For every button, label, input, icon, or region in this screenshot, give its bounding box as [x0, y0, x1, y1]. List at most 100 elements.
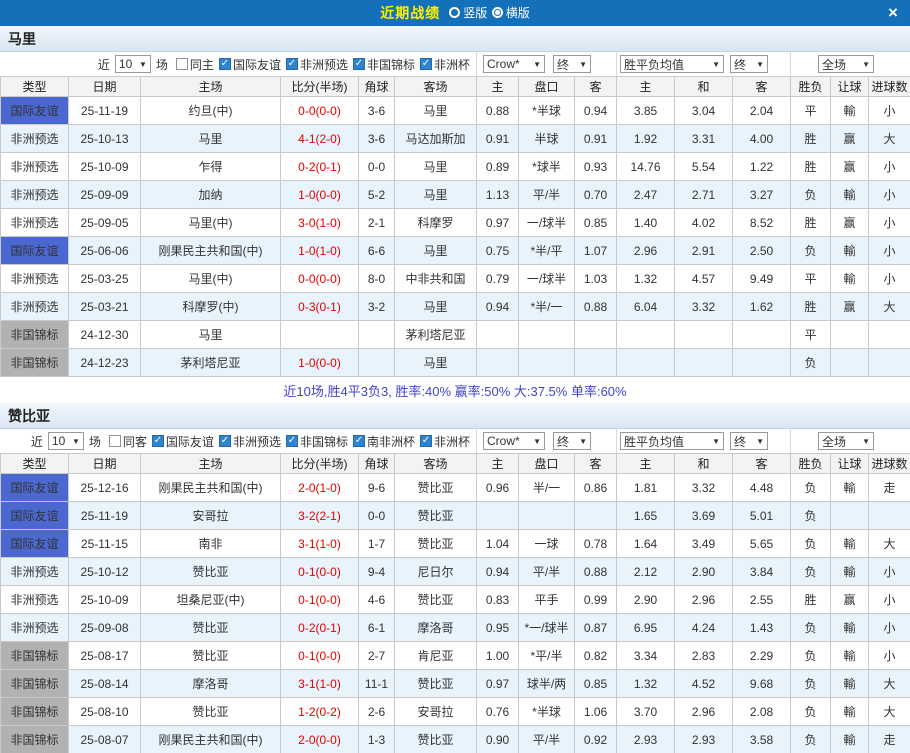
away-team-cell[interactable]: 科摩罗: [395, 209, 477, 237]
home-odds-cell: 0.79: [477, 265, 519, 293]
league-checkbox[interactable]: ✓ 国际友谊: [152, 433, 214, 450]
away-team-cell[interactable]: 马里: [395, 237, 477, 265]
away-team-cell[interactable]: 赞比亚: [395, 530, 477, 558]
away-odds-cell: 1.07: [575, 237, 617, 265]
away-team-cell[interactable]: 马达加斯加: [395, 125, 477, 153]
away-team-cell[interactable]: 安哥拉: [395, 698, 477, 726]
league-checkbox[interactable]: ✓ 非洲杯: [420, 56, 470, 73]
league-checkbox[interactable]: ✓ 国际友谊: [219, 56, 281, 73]
away-team-cell[interactable]: 马里: [395, 97, 477, 125]
home-odds-cell: [477, 502, 519, 530]
home-team-cell[interactable]: 加纳: [141, 181, 281, 209]
away-team-cell[interactable]: 赞比亚: [395, 502, 477, 530]
league-checkbox[interactable]: ✓ 非国锦标: [286, 433, 348, 450]
score-cell: 0-1(0-0): [281, 558, 359, 586]
recent-count-select[interactable]: 10▼: [115, 55, 151, 73]
handicap-result-cell: 輸: [831, 474, 869, 502]
league-checkbox[interactable]: ✓ 非国锦标: [353, 56, 415, 73]
odds-state-select[interactable]: 终▼: [553, 55, 591, 73]
home-team-cell[interactable]: 赞比亚: [141, 614, 281, 642]
league-type-cell: 国际友谊: [1, 474, 69, 502]
league-type-cell: 非国锦标: [1, 726, 69, 753]
odds-company-select[interactable]: Crow*▼: [483, 432, 545, 450]
odds-state-value: 终: [557, 433, 569, 450]
league-checkbox[interactable]: ✓ 非洲杯: [420, 433, 470, 450]
home-team-cell[interactable]: 安哥拉: [141, 502, 281, 530]
scope-select[interactable]: 全场▼: [818, 55, 874, 73]
home-team-cell[interactable]: 刚果民主共和国(中): [141, 237, 281, 265]
home-team-cell[interactable]: 摩洛哥: [141, 670, 281, 698]
date-cell: 25-06-06: [69, 237, 141, 265]
away-team-cell[interactable]: 摩洛哥: [395, 614, 477, 642]
avg-state-select[interactable]: 终▼: [730, 55, 768, 73]
odds-state-select[interactable]: 终▼: [553, 432, 591, 450]
away-team-cell[interactable]: 茅利塔尼亚: [395, 321, 477, 349]
home-team-cell[interactable]: 马里: [141, 125, 281, 153]
league-checkbox[interactable]: ✓ 非洲预选: [219, 433, 281, 450]
league-checkbox[interactable]: ✓ 非洲预选: [286, 56, 348, 73]
home-team-cell[interactable]: 赞比亚: [141, 642, 281, 670]
chevron-down-icon: ▼: [139, 60, 147, 69]
league-filter-checkboxes: 同主 ✓ 国际友谊 ✓ 非洲预选 ✓ 非国锦标 ✓ 非洲杯: [171, 56, 470, 73]
avg-away-cell: 2.08: [733, 698, 791, 726]
recent-count-select[interactable]: 10▼: [48, 432, 84, 450]
corner-cell: 0-0: [359, 502, 395, 530]
home-team-cell[interactable]: 科摩罗(中): [141, 293, 281, 321]
odds-state-value: 终: [557, 56, 569, 73]
avg-draw-cell: 4.52: [675, 670, 733, 698]
away-team-cell[interactable]: 赞比亚: [395, 586, 477, 614]
odds-company-select[interactable]: Crow*▼: [483, 55, 545, 73]
home-team-cell[interactable]: 刚果民主共和国(中): [141, 474, 281, 502]
home-team-cell[interactable]: 马里: [141, 321, 281, 349]
checkbox-label: 非洲杯: [434, 56, 470, 73]
home-team-cell[interactable]: 茅利塔尼亚: [141, 349, 281, 377]
match-row: 非国锦标 25-08-17 赞比亚 0-1(0-0) 2-7 肯尼亚 1.00 …: [1, 642, 910, 670]
league-checkbox[interactable]: ✓ 南非洲杯: [353, 433, 415, 450]
corner-cell: 1-3: [359, 726, 395, 753]
column-header: 客场: [395, 77, 477, 97]
away-team-cell[interactable]: 马里: [395, 349, 477, 377]
league-checkbox[interactable]: 同客: [109, 433, 147, 450]
corner-cell: 3-2: [359, 293, 395, 321]
close-button[interactable]: ×: [882, 0, 904, 26]
away-team-cell[interactable]: 马里: [395, 293, 477, 321]
away-team-cell[interactable]: 赞比亚: [395, 670, 477, 698]
league-checkbox[interactable]: 同主: [176, 56, 214, 73]
handicap-cell: *球半: [519, 153, 575, 181]
layout-radio[interactable]: 横版: [492, 4, 530, 21]
home-team-cell[interactable]: 乍得: [141, 153, 281, 181]
away-team-cell[interactable]: 肯尼亚: [395, 642, 477, 670]
divider: [616, 52, 617, 76]
home-team-cell[interactable]: 赞比亚: [141, 558, 281, 586]
score-cell: 0-0(0-0): [281, 265, 359, 293]
avg-away-cell: 3.58: [733, 726, 791, 753]
home-team-cell[interactable]: 约旦(中): [141, 97, 281, 125]
away-team-cell[interactable]: 尼日尔: [395, 558, 477, 586]
home-team-cell[interactable]: 刚果民主共和国(中): [141, 726, 281, 753]
away-team-cell[interactable]: 马里: [395, 181, 477, 209]
home-team-cell[interactable]: 马里(中): [141, 265, 281, 293]
avg-away-cell: 1.62: [733, 293, 791, 321]
team-name: 赞比亚: [8, 406, 50, 426]
avg-draw-cell: 4.24: [675, 614, 733, 642]
avg-type-select[interactable]: 胜平负均值▼: [620, 432, 724, 450]
scope-select[interactable]: 全场▼: [818, 432, 874, 450]
avg-type-select[interactable]: 胜平负均值▼: [620, 55, 724, 73]
away-team-cell[interactable]: 赞比亚: [395, 474, 477, 502]
layout-radio[interactable]: 竖版: [449, 4, 487, 21]
goals-result-cell: 大: [869, 125, 910, 153]
league-type-cell: 国际友谊: [1, 530, 69, 558]
away-team-cell[interactable]: 赞比亚: [395, 726, 477, 753]
home-team-cell[interactable]: 南非: [141, 530, 281, 558]
league-type-cell: 非洲预选: [1, 586, 69, 614]
away-team-cell[interactable]: 马里: [395, 153, 477, 181]
match-filter: 近 10▼ 场 同客 ✓ 国际友谊 ✓ 非洲预选 ✓ 非国锦标 ✓ 南非洲杯 ✓…: [0, 429, 476, 453]
home-team-cell[interactable]: 赞比亚: [141, 698, 281, 726]
away-team-cell[interactable]: 中非共和国: [395, 265, 477, 293]
avg-state-select[interactable]: 终▼: [730, 432, 768, 450]
league-type-cell: 非洲预选: [1, 181, 69, 209]
handicap-cell: *半/一: [519, 293, 575, 321]
goals-result-cell: 大: [869, 530, 910, 558]
home-team-cell[interactable]: 坦桑尼亚(中): [141, 586, 281, 614]
home-team-cell[interactable]: 马里(中): [141, 209, 281, 237]
